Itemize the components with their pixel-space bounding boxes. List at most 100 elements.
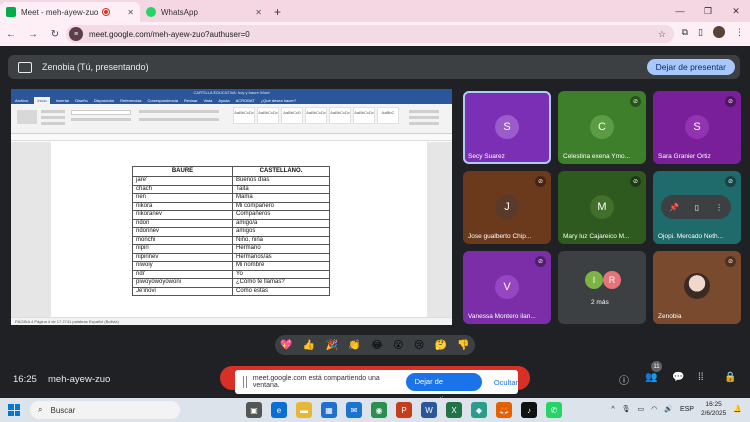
reaction-emoji[interactable]: 🤔: [435, 340, 447, 351]
notifications-icon[interactable]: 🔔: [733, 405, 742, 413]
address-bar[interactable]: ≡ meet.google.com/meh-ayew-zuo?authuser=…: [66, 25, 674, 43]
profile-avatar[interactable]: [713, 26, 725, 38]
reaction-emoji[interactable]: 👏: [348, 340, 360, 351]
store-icon[interactable]: ▦: [321, 402, 337, 418]
stop-sharing-button[interactable]: Dejar de compartir: [405, 373, 482, 404]
pin-icon[interactable]: 📌: [669, 203, 679, 212]
info-icon[interactable]: ⓘ: [619, 372, 629, 387]
host-controls-icon[interactable]: 🔒: [724, 372, 736, 383]
extensions-icon[interactable]: ⧉: [682, 27, 688, 38]
word-tab[interactable]: Insertar: [56, 97, 70, 104]
word-tab[interactable]: Diseño: [75, 97, 87, 104]
new-tab-button[interactable]: +: [268, 2, 287, 22]
wifi-icon[interactable]: ◠: [651, 405, 657, 413]
powerpoint-icon[interactable]: P: [396, 402, 412, 418]
reaction-emoji[interactable]: 🎉: [326, 340, 338, 351]
firefox-icon[interactable]: 🦊: [496, 402, 512, 418]
word-tab[interactable]: Vista: [204, 97, 213, 104]
word-title: CARTILLA EDUCATIVA: hoy y baure Word: [11, 89, 452, 97]
tab-title: Meet - meh-ayew-zuo: [21, 7, 99, 17]
avatar: V: [495, 275, 519, 299]
reaction-emoji[interactable]: 😢: [414, 340, 424, 351]
minimize-icon[interactable]: —: [666, 0, 694, 22]
participant-tile[interactable]: V ⊘ Vanessa Montero ilan...: [463, 251, 551, 324]
site-info-icon[interactable]: ≡: [69, 27, 83, 41]
reaction-emoji[interactable]: 👎: [457, 340, 469, 351]
activities-icon[interactable]: ⁞⁞: [698, 372, 704, 383]
tab-whatsapp[interactable]: WhatsApp ✕: [140, 2, 268, 22]
table-row: niwoiy Mi nombre: [132, 261, 330, 271]
chrome-icon[interactable]: ◉: [371, 402, 387, 418]
reaction-emoji[interactable]: 😂: [371, 340, 383, 351]
mute-participant-icon[interactable]: ▯: [695, 203, 699, 212]
more-options-icon[interactable]: ⋮: [715, 203, 723, 212]
word-style-item[interactable]: AaBbCcDc: [329, 107, 351, 124]
word-tab[interactable]: Referencias: [120, 97, 141, 104]
word-style-item[interactable]: AaBbCcDc: [233, 107, 255, 124]
people-icon[interactable]: 👥: [645, 372, 657, 383]
app-icon[interactable]: ◆: [471, 402, 487, 418]
tiktok-icon[interactable]: ♪: [521, 402, 537, 418]
word-style-item[interactable]: AaBbCcD: [281, 107, 303, 124]
word-tab[interactable]: Ayuda: [218, 97, 229, 104]
file-explorer-icon[interactable]: ▬: [296, 402, 312, 418]
chevron-up-icon[interactable]: ^: [611, 406, 614, 413]
participant-tile[interactable]: S ⊘ Sara Granier Ortiz: [653, 91, 741, 164]
participant-tile[interactable]: C ⊘ Celestina exena Ymo...: [558, 91, 646, 164]
table-cell: Taita: [232, 184, 330, 194]
word-style-item[interactable]: AaBbCcDc: [305, 107, 327, 124]
word-tab[interactable]: Correspondencia: [148, 97, 178, 104]
word-tab[interactable]: Inicio: [34, 97, 50, 104]
table-row: Je'inovi Como estas: [132, 286, 330, 296]
stop-presenting-button[interactable]: Dejar de presentar: [646, 59, 735, 75]
reload-icon[interactable]: ↻: [44, 29, 66, 40]
battery-icon[interactable]: ▭: [638, 405, 645, 413]
mic-icon[interactable]: 🎙: [622, 405, 631, 413]
excel-icon[interactable]: X: [446, 402, 462, 418]
drag-handle-icon[interactable]: [243, 376, 247, 388]
table-row: monchi Niño, niña: [132, 235, 330, 245]
menu-icon[interactable]: ⋮: [735, 27, 744, 38]
word-tab[interactable]: Disposición: [94, 97, 114, 104]
participant-tile[interactable]: IR 2 más: [558, 251, 646, 324]
word-icon[interactable]: W: [421, 402, 437, 418]
word-tab[interactable]: ACROBAT: [236, 97, 255, 104]
mail-icon[interactable]: ✉: [346, 402, 362, 418]
table-cell: Mi compañero: [232, 201, 330, 211]
back-icon[interactable]: ←: [0, 29, 22, 40]
reaction-emoji[interactable]: 👍: [303, 340, 315, 351]
language-indicator[interactable]: ESP: [680, 406, 694, 413]
reaction-emoji[interactable]: 💖: [280, 340, 292, 351]
volume-icon[interactable]: 🔊: [664, 405, 673, 413]
participant-tile[interactable]: J ⊘ Jose gualberto Chip...: [463, 171, 551, 244]
word-tab[interactable]: Archivo: [15, 97, 28, 104]
word-style-item[interactable]: AaBbCcDc: [257, 107, 279, 124]
tab-meet[interactable]: Meet - meh-ayew-zuo ✕: [0, 2, 140, 22]
word-style-item[interactable]: AaBbCcDc: [353, 107, 375, 124]
windows-start-icon[interactable]: [8, 404, 20, 416]
close-tab-icon[interactable]: ✕: [255, 8, 262, 17]
taskbar-clock[interactable]: 16:25 2/6/2025: [701, 400, 726, 418]
forward-icon[interactable]: →: [22, 29, 44, 40]
chat-icon[interactable]: 💬: [672, 372, 684, 383]
participant-tile[interactable]: ⊘ Zenobia: [653, 251, 741, 324]
taskbar-search[interactable]: ⌕ Buscar: [30, 401, 180, 419]
edge-icon[interactable]: e: [271, 402, 287, 418]
word-tab[interactable]: ¿Qué desea hacer?: [261, 97, 296, 104]
close-tab-icon[interactable]: ✕: [127, 8, 134, 17]
word-tab[interactable]: Revisar: [184, 97, 198, 104]
hide-notice-button[interactable]: Ocultar: [494, 378, 518, 387]
maximize-icon[interactable]: ❐: [694, 0, 722, 22]
word-style-item[interactable]: AaBbC: [377, 107, 399, 124]
sidepanel-icon[interactable]: ▯: [698, 27, 703, 38]
participant-tile[interactable]: S Secy Suarez: [463, 91, 551, 164]
whatsapp-icon[interactable]: ✆: [546, 402, 562, 418]
bookmark-star-icon[interactable]: ☆: [658, 29, 666, 40]
task-view-icon[interactable]: ▣: [246, 402, 262, 418]
close-window-icon[interactable]: ✕: [722, 0, 750, 22]
participant-tile[interactable]: M ⊘ Mary luz Cajareico M...: [558, 171, 646, 244]
table-cell: Hermanos/as: [232, 252, 330, 262]
participant-name: Jose gualberto Chip...: [468, 233, 532, 240]
reaction-emoji[interactable]: 😮: [393, 340, 403, 351]
table-cell: Niño, niña: [232, 235, 330, 245]
